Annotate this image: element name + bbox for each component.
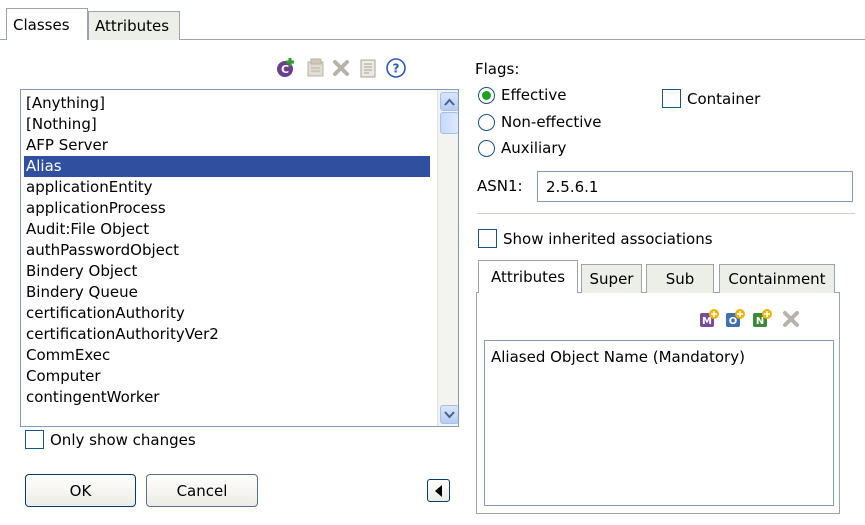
- cancel-button[interactable]: Cancel: [146, 474, 258, 507]
- non-effective-radio[interactable]: [478, 114, 495, 131]
- scroll-down-button[interactable]: [440, 405, 458, 424]
- delete-icon: [330, 57, 352, 79]
- add-mandatory-attribute-icon[interactable]: M: [698, 308, 720, 330]
- list-item[interactable]: applicationEntity: [24, 177, 430, 198]
- list-item[interactable]: CommExec: [24, 345, 430, 366]
- scroll-up-button[interactable]: [440, 92, 458, 111]
- non-effective-label: Non-effective: [501, 113, 602, 131]
- radio-selected-dot: [482, 91, 491, 100]
- collapse-button[interactable]: [427, 479, 450, 502]
- ok-label: OK: [69, 481, 92, 500]
- only-show-changes-checkbox[interactable]: [25, 430, 44, 449]
- scroll-thumb[interactable]: [440, 112, 458, 134]
- container-label: Container: [687, 90, 761, 108]
- show-inherited-checkbox[interactable]: [478, 229, 497, 248]
- notes-icon: [357, 57, 379, 79]
- chevron-down-icon: [444, 410, 455, 418]
- separator: [477, 213, 855, 214]
- subtab-sub-label: Sub: [665, 270, 695, 288]
- list-item[interactable]: certificationAuthorityVer2: [24, 324, 430, 345]
- subtab-super[interactable]: Super: [581, 264, 642, 293]
- tab-classes[interactable]: Classes: [6, 8, 88, 40]
- cancel-label: Cancel: [176, 481, 228, 500]
- list-item[interactable]: applicationProcess: [24, 198, 430, 219]
- asn1-input[interactable]: 2.5.6.1: [537, 171, 853, 202]
- list-item[interactable]: Aliased Object Name (Mandatory): [491, 347, 745, 367]
- svg-text:C: C: [281, 63, 289, 76]
- auxiliary-label: Auxiliary: [501, 139, 567, 157]
- show-inherited-label: Show inherited associations: [503, 230, 713, 248]
- only-show-changes-label: Only show changes: [50, 431, 196, 449]
- container-checkbox[interactable]: [662, 89, 681, 108]
- ok-button[interactable]: OK: [25, 474, 136, 507]
- list-item[interactable]: certificationAuthority: [24, 303, 430, 324]
- subtab-attributes[interactable]: Attributes: [478, 260, 578, 293]
- asn1-value: 2.5.6.1: [546, 177, 599, 196]
- list-item[interactable]: authPasswordObject: [24, 240, 430, 261]
- class-list[interactable]: [Anything] [Nothing] AFP Server Alias ap…: [20, 89, 459, 427]
- vertical-scrollbar[interactable]: [437, 90, 458, 426]
- effective-radio[interactable]: [478, 87, 495, 104]
- svg-text:O: O: [729, 316, 738, 327]
- add-class-icon[interactable]: C: [275, 57, 297, 79]
- list-item-selected[interactable]: Alias: [24, 156, 430, 177]
- remove-attribute-icon: [780, 308, 802, 330]
- list-item[interactable]: [Anything]: [24, 93, 430, 114]
- svg-text:?: ?: [393, 62, 400, 76]
- subtab-containment-label: Containment: [728, 270, 826, 288]
- arrow-left-icon: [434, 484, 442, 497]
- list-item[interactable]: AFP Server: [24, 135, 430, 156]
- add-optional-attribute-icon[interactable]: O: [724, 308, 746, 330]
- flags-label: Flags:: [475, 60, 520, 78]
- effective-label: Effective: [501, 86, 567, 104]
- properties-icon: [305, 57, 327, 79]
- tab-classes-label: Classes: [13, 15, 70, 34]
- svg-text:M: M: [702, 316, 712, 327]
- list-item[interactable]: Bindery Queue: [24, 282, 430, 303]
- subtab-containment[interactable]: Containment: [719, 264, 835, 293]
- associations-list[interactable]: Aliased Object Name (Mandatory): [484, 340, 834, 506]
- svg-text:N: N: [756, 316, 764, 327]
- chevron-up-icon: [444, 98, 455, 106]
- list-item[interactable]: Bindery Object: [24, 261, 430, 282]
- auxiliary-radio[interactable]: [478, 140, 495, 157]
- tab-attributes-label: Attributes: [95, 17, 170, 35]
- list-item[interactable]: Computer: [24, 366, 430, 387]
- help-icon[interactable]: ?: [385, 57, 407, 79]
- asn1-label: ASN1:: [477, 177, 523, 195]
- subtab-attributes-label: Attributes: [490, 268, 566, 286]
- add-naming-attribute-icon[interactable]: N: [751, 308, 773, 330]
- tab-attributes[interactable]: Attributes: [88, 11, 180, 40]
- list-item[interactable]: [Nothing]: [24, 114, 430, 135]
- subtab-super-label: Super: [589, 270, 634, 288]
- subtab-sub[interactable]: Sub: [646, 264, 714, 293]
- list-item[interactable]: Audit:File Object: [24, 219, 430, 240]
- list-item[interactable]: contingentWorker: [24, 387, 430, 408]
